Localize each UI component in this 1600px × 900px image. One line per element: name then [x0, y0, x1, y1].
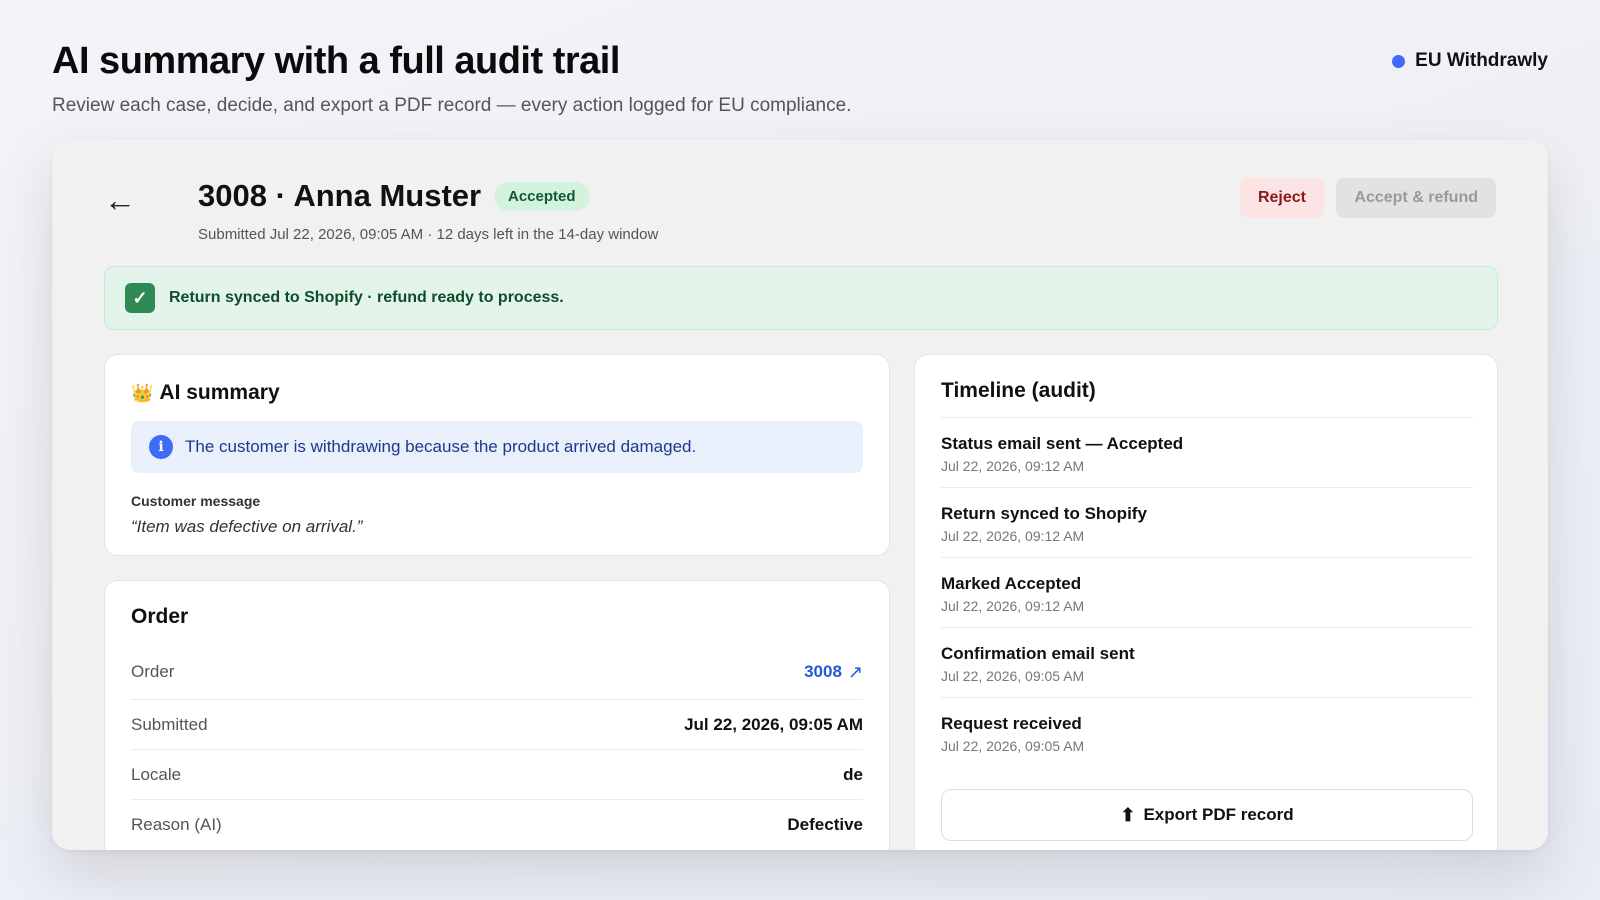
external-link-icon[interactable]: ↗	[848, 662, 863, 683]
order-row-label: Reason (AI)	[131, 814, 222, 834]
export-pdf-label[interactable]: Export PDF record	[1143, 805, 1293, 825]
timeline-item: Request received Jul 22, 2026, 09:05 AM	[941, 697, 1473, 769]
case-header: ← 3008 · Anna Muster Accepted Submitted …	[104, 178, 1496, 248]
timeline-time: Jul 22, 2026, 09:12 AM	[941, 458, 1085, 474]
order-row-submitted: Submitted Jul 22, 2026, 09:05 AM	[131, 699, 863, 749]
case-detail-card: ← 3008 · Anna Muster Accepted Submitted …	[52, 140, 1548, 850]
reject-button[interactable]: Reject	[1239, 178, 1324, 218]
timeline-event: Return synced to Shopify	[941, 504, 1147, 523]
timeline-panel: Timeline (audit) Status email sent — Acc…	[914, 354, 1498, 850]
timeline-item: Status email sent — Accepted Jul 22, 202…	[941, 417, 1473, 489]
timeline-event: Marked Accepted	[941, 574, 1082, 593]
back-arrow-icon[interactable]: ←	[104, 182, 136, 219]
brand-name: EU Withdrawly	[1415, 50, 1548, 71]
order-row-reason: Reason (AI) Defective	[131, 799, 863, 849]
timeline-item: Return synced to Shopify Jul 22, 2026, 0…	[941, 487, 1473, 559]
hero-title: AI summary with a full audit trail	[52, 40, 620, 82]
check-icon: ✓	[125, 283, 155, 313]
customer-message: “Item was defective on arrival.”	[131, 517, 363, 536]
ai-summary-panel: 👑 AI summary i The customer is withdrawi…	[104, 354, 890, 556]
accept-refund-button[interactable]: Accept & refund	[1336, 178, 1496, 218]
status-badge: Accepted	[494, 182, 590, 211]
ai-summary-title: 👑 AI summary	[131, 381, 280, 405]
order-row-order: Order 3008 ↗	[131, 647, 863, 697]
upload-icon[interactable]: ⬆	[1120, 805, 1135, 826]
export-pdf-button[interactable]: ⬆ Export PDF record	[941, 789, 1473, 841]
order-row-label: Submitted	[131, 714, 208, 734]
timeline-item: Marked Accepted Jul 22, 2026, 09:12 AM	[941, 557, 1473, 629]
hero: AI summary with a full audit trail Revie…	[52, 40, 851, 117]
info-icon: i	[149, 435, 173, 459]
ai-summary-heading: AI summary	[159, 381, 280, 404]
order-row-value: de	[843, 764, 863, 784]
order-row-locale: Locale de	[131, 749, 863, 799]
timeline-event: Request received	[941, 714, 1082, 733]
hero-subtitle: Review each case, decide, and export a P…	[52, 95, 852, 116]
order-link-text[interactable]: 3008	[804, 662, 842, 682]
case-title: 3008 · Anna Muster	[198, 178, 482, 213]
banner-text: Return synced to Shopify · refund ready …	[169, 289, 564, 306]
timeline-event: Confirmation email sent	[941, 644, 1135, 663]
order-title: Order	[131, 605, 189, 628]
sync-banner: ✓ Return synced to Shopify · refund read…	[104, 266, 1498, 330]
timeline-item: Confirmation email sent Jul 22, 2026, 09…	[941, 627, 1473, 699]
timeline-event: Status email sent — Accepted	[941, 434, 1184, 453]
ai-summary-text: The customer is withdrawing because the …	[185, 437, 697, 456]
brand-dot-icon	[1392, 54, 1406, 68]
timeline-time: Jul 22, 2026, 09:05 AM	[941, 668, 1085, 684]
timeline-time: Jul 22, 2026, 09:12 AM	[941, 598, 1085, 614]
customer-message-label: Customer message	[131, 493, 261, 509]
brand: EU Withdrawly	[1392, 50, 1548, 72]
timeline-time: Jul 22, 2026, 09:05 AM	[941, 738, 1085, 754]
timeline-time: Jul 22, 2026, 09:12 AM	[941, 528, 1085, 544]
crown-icon: 👑	[131, 382, 154, 403]
order-row-label: Order	[131, 662, 175, 681]
timeline-title: Timeline (audit)	[941, 379, 1096, 402]
order-panel: Order Order 3008 ↗ Submitted Jul 22, 202…	[104, 580, 890, 850]
order-row-label: Locale	[131, 764, 182, 784]
ai-summary-box: i The customer is withdrawing because th…	[131, 421, 863, 473]
order-link[interactable]: 3008 ↗	[804, 662, 863, 683]
order-row-value: Defective	[787, 814, 863, 834]
case-meta: Submitted Jul 22, 2026, 09:05 AM · 12 da…	[198, 226, 659, 243]
order-row-value: Jul 22, 2026, 09:05 AM	[684, 714, 863, 734]
